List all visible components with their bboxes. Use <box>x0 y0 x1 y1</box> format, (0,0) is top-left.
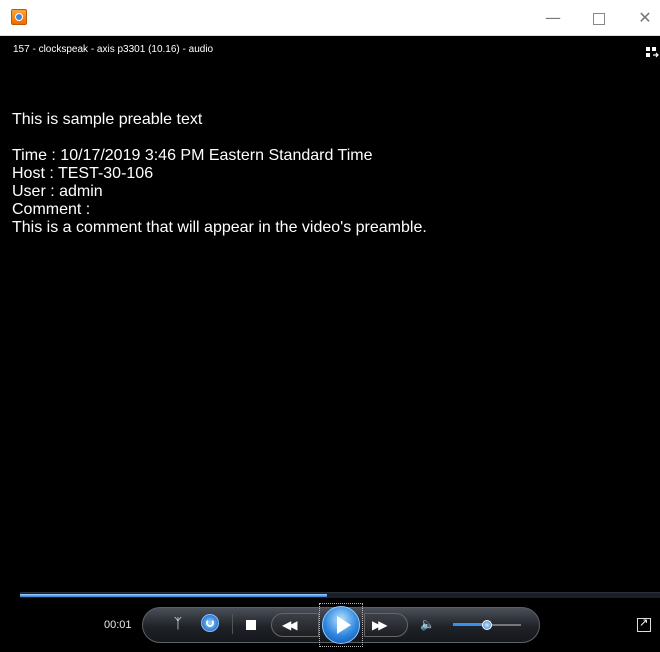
seek-bar[interactable] <box>20 592 660 598</box>
controls-divider <box>232 614 233 634</box>
preamble-user: User : admin <box>12 183 103 200</box>
volume-slider-thumb[interactable] <box>482 620 492 630</box>
preamble-comment-text: This is a comment that will appear in th… <box>12 219 427 236</box>
window-titlebar: — ✕ <box>0 0 660 36</box>
media-title: 157 - clockspeak - axis p3301 (10.16) - … <box>13 44 214 55</box>
shuffle-icon[interactable]: ᛉ <box>170 616 186 632</box>
speaker-icon[interactable]: 🔈 <box>420 616 435 632</box>
elapsed-time: 00:01 <box>104 619 132 631</box>
minimize-button[interactable]: — <box>530 0 576 35</box>
maximize-button[interactable] <box>576 0 622 35</box>
previous-button[interactable] <box>271 613 319 637</box>
maximize-icon <box>593 12 605 25</box>
preamble-time: Time : 10/17/2019 3:46 PM Eastern Standa… <box>12 147 373 164</box>
seek-progress <box>20 594 327 597</box>
media-player-app-icon <box>11 9 27 25</box>
play-icon[interactable] <box>322 606 360 644</box>
repeat-icon[interactable] <box>201 614 219 632</box>
preamble-text-area: This is sample preable text Time : 10/17… <box>12 111 652 237</box>
switch-to-library-icon[interactable] <box>645 45 659 59</box>
next-button[interactable] <box>364 613 408 637</box>
rewind-icon[interactable]: ◀◀ <box>282 617 298 633</box>
preamble-comment-label: Comment : <box>12 201 91 218</box>
preamble-host: Host : TEST-30-106 <box>12 165 154 182</box>
close-button[interactable]: ✕ <box>622 0 660 35</box>
fullscreen-icon[interactable] <box>637 616 651 632</box>
fast-forward-icon[interactable]: ▶▶ <box>372 617 388 633</box>
preamble-heading: This is sample preable text <box>12 111 203 128</box>
stop-icon[interactable] <box>246 620 256 630</box>
